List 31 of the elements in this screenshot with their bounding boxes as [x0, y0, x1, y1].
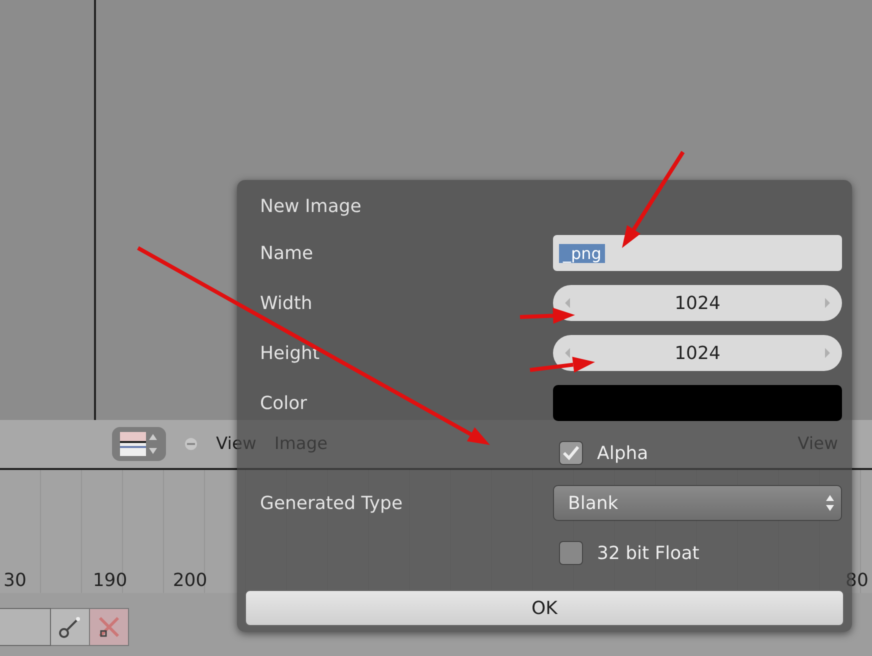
field-label: Name [259, 242, 314, 264]
annotation-arrow [530, 356, 595, 373]
type-dropdown[interactable]: Blank [553, 485, 842, 521]
increment-icon[interactable] [824, 298, 830, 308]
field-label: Width [259, 292, 314, 314]
color-swatch[interactable] [553, 385, 842, 421]
checkbox[interactable] [559, 541, 583, 565]
dialog-title: New Image [259, 196, 362, 219]
frame-number: 80 [844, 570, 870, 590]
checkbox-label: Alpha [597, 442, 648, 464]
field-label: Height [259, 342, 321, 364]
increment-icon[interactable] [824, 348, 830, 358]
decrement-icon[interactable] [565, 348, 571, 358]
checkbox[interactable] [559, 441, 583, 465]
editor-type-button[interactable] [112, 427, 166, 461]
minus-icon[interactable] [184, 437, 198, 451]
number-field[interactable]: 1024 [553, 335, 842, 371]
field-label: Color [259, 392, 308, 414]
frame-number: 190 [92, 570, 128, 590]
field-label: Generated Type [259, 492, 404, 514]
key-delete-button[interactable] [90, 608, 129, 646]
annotation-arrow [520, 308, 575, 324]
ok-button[interactable]: OK [245, 590, 844, 626]
checkbox-label: 32 bit Float [597, 542, 700, 564]
name-field[interactable]: _png [553, 235, 842, 271]
decrement-icon[interactable] [565, 298, 571, 308]
updown-icon [825, 493, 835, 513]
key-button[interactable] [51, 608, 90, 646]
frame-number: 30 [2, 570, 28, 590]
frame-number: 200 [172, 570, 208, 590]
number-field[interactable]: 1024 [553, 285, 842, 321]
